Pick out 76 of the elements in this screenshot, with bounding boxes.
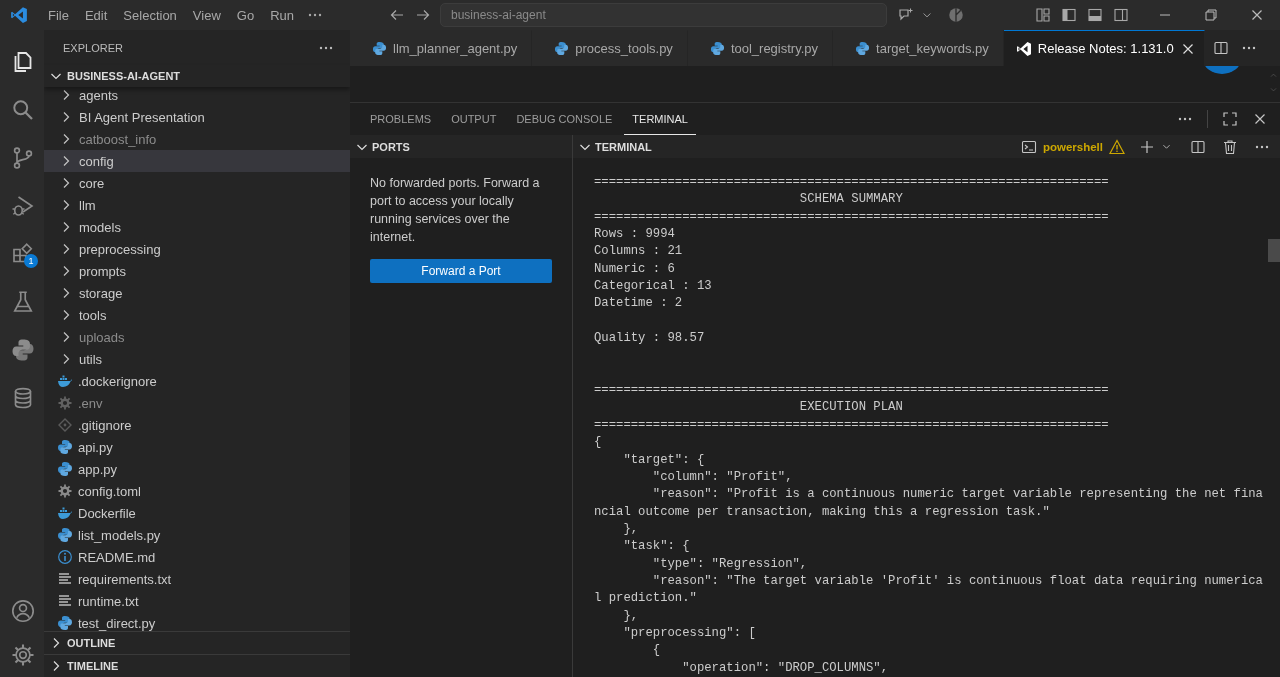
folder-item[interactable]: llm (44, 194, 350, 216)
folder-item[interactable]: uploads (44, 326, 350, 348)
explorer-entry[interactable]: runtime.txt (44, 590, 350, 612)
explorer-entry[interactable]: .gitignore (44, 414, 350, 436)
explorer-entry[interactable]: .dockerignore (44, 370, 350, 392)
terminal-line: Columns : 21 (594, 244, 683, 259)
terminal-line: }, (622, 608, 639, 623)
terminal-line: "operation": "DROP_COLUMNS", (681, 660, 889, 675)
folder-item[interactable]: BI Agent Presentation (44, 106, 350, 128)
section-header[interactable]: PORTS (350, 135, 572, 158)
menu-item[interactable]: Edit (76, 4, 116, 26)
notification-badge: 1 (24, 254, 38, 268)
section-header[interactable]: OUTLINE (44, 631, 350, 654)
terminal-line: ====================================================================== (594, 383, 1109, 398)
folder-item[interactable]: models (44, 216, 350, 238)
terminal-line: }, (622, 521, 639, 536)
explorer-entry[interactable]: .env (44, 392, 350, 414)
editor-tab[interactable]: tool_registry.py (687, 30, 834, 66)
terminal-line: { (594, 435, 602, 450)
terminal-line: Quality : 98.57 (594, 331, 705, 346)
terminal-line: EXECUTION PLAN (798, 400, 903, 415)
search-field[interactable]: business-ai-agent (440, 3, 887, 27)
terminal-line: ====================================================================== (594, 417, 1109, 432)
editor-tab[interactable]: llm_planner_agent.py (350, 30, 533, 66)
terminal-line: Rows : 9994 (594, 227, 675, 242)
terminal-line: "type": "Regression", (651, 556, 808, 571)
editor-tab[interactable]: process_tools.py (532, 30, 688, 66)
section-header[interactable]: TERMINAL (577, 138, 652, 155)
folder-item[interactable]: prompts (44, 260, 350, 282)
terminal-line: Categorical : 13 (594, 279, 712, 294)
panel-tab[interactable]: DEBUG CONSOLE (508, 103, 621, 135)
terminal-line: "reason": "The target variable 'Profit' is continuous float data requiring numerica (651, 573, 1263, 588)
terminal-line: Numeric : 6 (594, 261, 675, 276)
shell-name[interactable]: powershell (1042, 140, 1103, 153)
explorer-entry[interactable]: requirements.txt (44, 568, 350, 590)
terminal-line: { (651, 643, 661, 658)
terminal-line: ncial outcome per transaction, making this a regression task." (594, 504, 1050, 519)
terminal-line: "preprocessing": [ (622, 625, 756, 640)
terminal-line: SCHEMA SUMMARY (798, 192, 903, 207)
folder-item[interactable]: preprocessing (44, 238, 350, 260)
menu-item[interactable]: View (184, 4, 229, 26)
terminal-line: Datetime : 2 (594, 296, 683, 311)
explorer-entry[interactable]: config.toml (44, 480, 350, 502)
folder-item[interactable]: catboost_info (44, 128, 350, 150)
editor-tab[interactable]: target_keywords.py (833, 30, 1004, 66)
terminal-line: ====================================================================== (594, 209, 1109, 224)
explorer-entry[interactable]: app.py (44, 458, 350, 480)
empty-message: No forwarded ports. Forward a port to access your locally running services over the internet. (370, 175, 541, 246)
folder-item[interactable]: config (44, 150, 350, 172)
explorer-entry[interactable]: test_direct.py (44, 612, 350, 631)
menu-item[interactable]: Run (262, 4, 302, 26)
menu-item[interactable]: Go (228, 4, 263, 26)
folder-item[interactable]: storage (44, 282, 350, 304)
explorer-entry[interactable]: api.py (44, 436, 350, 458)
explorer-entry[interactable]: list_models.py (44, 524, 350, 546)
menu-item[interactable]: Selection (115, 4, 185, 26)
terminal-line: "column": "Profit", (651, 469, 793, 484)
terminal-line: l prediction." (594, 591, 697, 606)
terminal-line: "target": { (622, 452, 705, 467)
section-header[interactable]: TIMELINE (44, 654, 350, 677)
folder-item[interactable]: core (44, 172, 350, 194)
folder-item[interactable]: utils (44, 348, 350, 370)
terminal-line: "reason": "Profit is a continuous numeric target variable representing the net fina (651, 487, 1263, 502)
explorer-entry[interactable]: Dockerfile (44, 502, 350, 524)
forward-port-button[interactable]: Forward a Port (370, 259, 552, 283)
folder-item[interactable]: tools (44, 304, 350, 326)
folder-header[interactable]: BUSINESS-AI-AGENT (44, 65, 350, 87)
editor-tab[interactable]: Release Notes: 1.131.0 (1003, 30, 1205, 66)
terminal-line: "task": { (622, 539, 690, 554)
panel-tab[interactable]: PROBLEMS (362, 103, 440, 135)
terminal-line: ====================================================================== (594, 175, 1109, 189)
panel-tab[interactable]: OUTPUT (443, 103, 505, 135)
explorer-entry[interactable]: README.md (44, 546, 350, 568)
folder-item[interactable]: agents (44, 87, 350, 106)
menu-item[interactable]: File (40, 4, 77, 26)
sidebar-title: EXPLORER (63, 41, 124, 54)
